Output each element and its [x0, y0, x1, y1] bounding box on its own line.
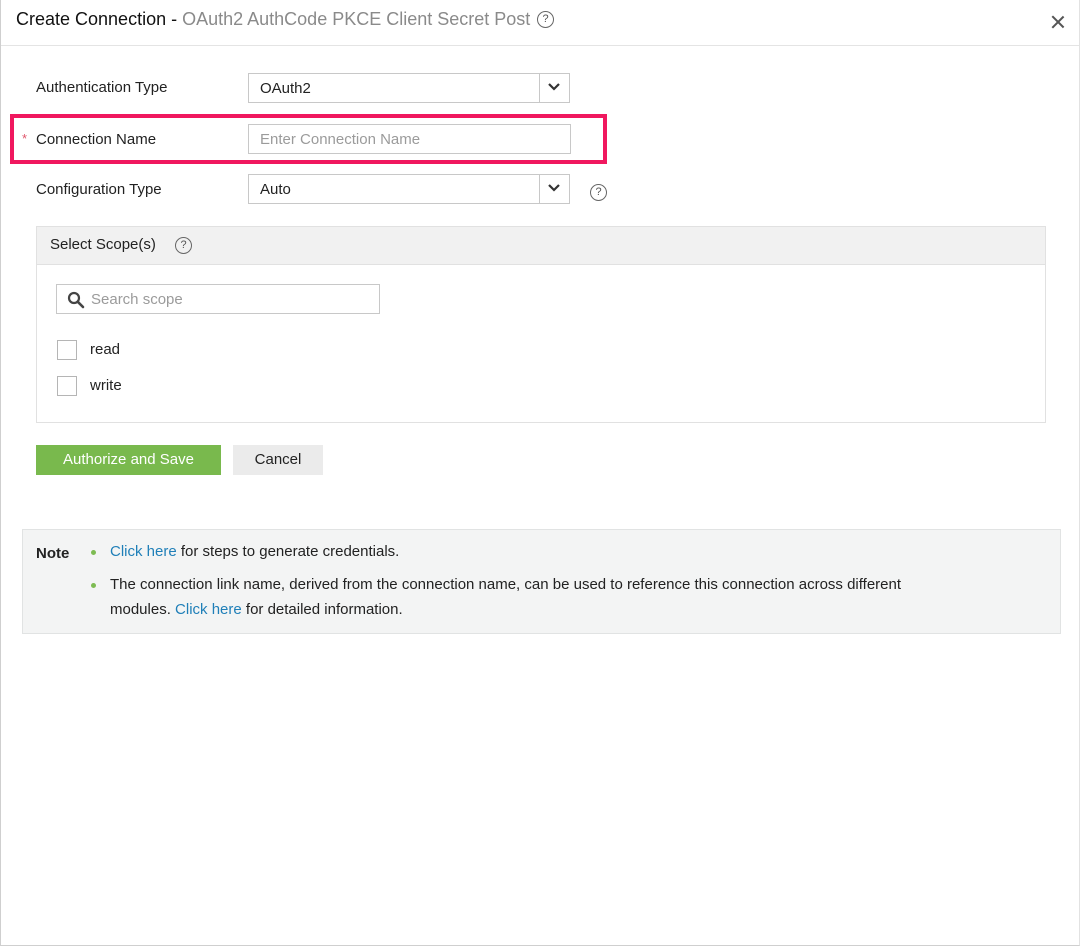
- scope-panel-header: Select Scope(s) ?: [37, 227, 1045, 265]
- note-line-2: The connection link name, derived from t…: [110, 572, 901, 597]
- scope-header-label: Select Scope(s): [50, 236, 156, 253]
- connection-name-label: Connection Name: [36, 131, 157, 148]
- search-icon: [67, 291, 85, 309]
- scope-label-read[interactable]: read: [90, 341, 120, 358]
- auth-type-dropdown-toggle[interactable]: [539, 74, 569, 102]
- config-type-label: Configuration Type: [36, 181, 162, 198]
- note-title: Note: [36, 545, 70, 562]
- note-line-1-text: for steps to generate credentials.: [176, 543, 400, 560]
- note-line-2-text: The connection link name, derived from t…: [110, 576, 902, 593]
- config-type-value: Auto: [260, 181, 291, 198]
- scope-label-write[interactable]: write: [90, 377, 122, 394]
- config-type-select[interactable]: Auto: [248, 174, 570, 204]
- scope-checkbox-write[interactable]: [57, 376, 77, 396]
- close-icon[interactable]: [1048, 12, 1068, 32]
- scope-panel: Select Scope(s) ? read write: [36, 226, 1046, 423]
- dialog-title-separator: -: [166, 9, 183, 29]
- scope-checkbox-read[interactable]: [57, 340, 77, 360]
- note-line-3-text: modules.: [110, 601, 176, 618]
- chevron-down-icon: [548, 184, 560, 192]
- auth-type-value: OAuth2: [260, 80, 311, 97]
- dialog-subtitle: OAuth2 AuthCode PKCE Client Secret Post: [182, 9, 531, 29]
- note-line-3-tail: for detailed information.: [241, 601, 403, 618]
- auth-type-label: Authentication Type: [36, 79, 168, 96]
- config-type-dropdown-toggle[interactable]: [539, 175, 569, 203]
- dialog-header: Create Connection - OAuth2 AuthCode PKCE…: [1, 0, 1079, 46]
- cancel-button[interactable]: Cancel: [233, 445, 323, 475]
- note-line-1: Click here for steps to generate credent…: [110, 539, 399, 564]
- dialog-title-main: Create Connection: [16, 9, 167, 29]
- required-marker: *: [22, 131, 28, 146]
- note-line-3: modules. Click here for detailed informa…: [110, 597, 403, 622]
- note-bullet: [91, 583, 96, 588]
- scope-search-input[interactable]: [91, 289, 371, 309]
- auth-type-select[interactable]: OAuth2: [248, 73, 570, 103]
- authorize-and-save-button[interactable]: Authorize and Save: [36, 445, 221, 475]
- credentials-help-link[interactable]: Click here: [110, 543, 177, 560]
- connection-name-input[interactable]: [248, 124, 571, 154]
- note-bullet: [91, 550, 96, 555]
- detailed-info-link[interactable]: Click here: [175, 601, 242, 618]
- create-connection-dialog: Create Connection - OAuth2 AuthCode PKCE…: [0, 0, 1080, 946]
- title-help-icon[interactable]: ?: [537, 11, 554, 28]
- scope-search-box[interactable]: [56, 284, 380, 314]
- note-panel: Note Click here for steps to generate cr…: [22, 529, 1061, 634]
- chevron-down-icon: [548, 83, 560, 91]
- scope-help-icon[interactable]: ?: [175, 237, 192, 254]
- dialog-title: Create Connection - OAuth2 AuthCode PKCE…: [16, 9, 530, 30]
- config-type-help-icon[interactable]: ?: [590, 184, 607, 201]
